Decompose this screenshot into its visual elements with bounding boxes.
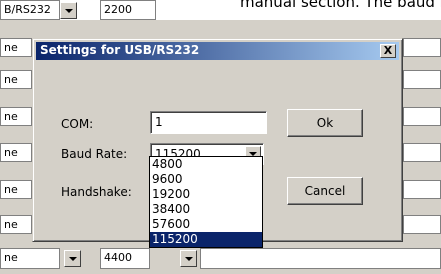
com-label: COM:: [61, 117, 94, 131]
background-top-text: manual section. The baud rate should be …: [240, 0, 441, 11]
dialog-titlebar[interactable]: Settings for USB/RS232 X: [36, 42, 399, 60]
baud-rate-dropdown: 4800 9600 19200 38400 57600 115200: [149, 156, 263, 248]
background-right-cell: [403, 180, 441, 199]
background-row-cell[interactable]: ne: [0, 180, 32, 199]
baud-option-9600[interactable]: 9600: [150, 172, 262, 187]
background-row-cell[interactable]: ne: [0, 143, 32, 162]
background-right-cell: [403, 143, 441, 162]
background-port-field[interactable]: B/RS232: [0, 0, 60, 20]
cancel-button[interactable]: Cancel: [287, 177, 363, 205]
background-right-cell: [403, 38, 441, 57]
background-top-combo[interactable]: 2200: [100, 0, 156, 20]
background-row-cell[interactable]: ne: [0, 248, 60, 269]
baud-option-4800[interactable]: 4800: [150, 157, 262, 172]
handshake-label: Handshake:: [61, 185, 132, 199]
background-right-cell: [403, 107, 441, 126]
close-button[interactable]: X: [380, 44, 396, 58]
ok-button[interactable]: Ok: [287, 109, 363, 137]
close-icon: X: [383, 44, 393, 57]
chevron-down-icon[interactable]: [60, 2, 77, 19]
baud-option-19200[interactable]: 19200: [150, 187, 262, 202]
background-row-cell[interactable]: ne: [0, 70, 32, 89]
baud-rate-label: Baud Rate:: [61, 147, 128, 161]
background-bottom-cell: [200, 248, 441, 269]
baud-option-115200[interactable]: 115200: [150, 232, 262, 247]
background-right-cell: [403, 215, 441, 234]
com-field[interactable]: 1: [150, 111, 267, 134]
chevron-down-icon[interactable]: [64, 250, 81, 267]
background-right-cell: [403, 70, 441, 89]
background-bottom-combo[interactable]: 4400: [100, 248, 150, 269]
baud-option-57600[interactable]: 57600: [150, 217, 262, 232]
chevron-down-icon[interactable]: [180, 250, 197, 267]
background-row-cell[interactable]: ne: [0, 215, 32, 234]
background-row-cell[interactable]: ne: [0, 107, 32, 126]
background-row-cell[interactable]: ne: [0, 38, 32, 57]
baud-option-38400[interactable]: 38400: [150, 202, 262, 217]
dialog-title: Settings for USB/RS232: [40, 43, 200, 57]
